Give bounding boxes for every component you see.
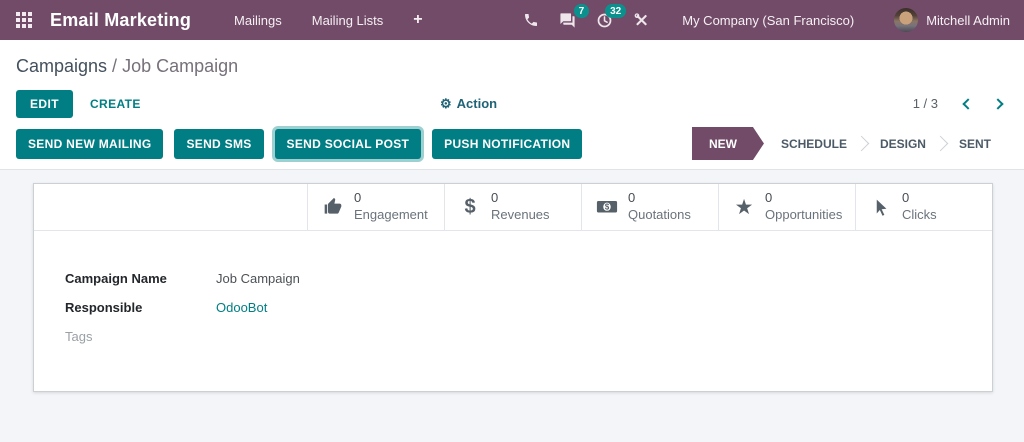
responsible-user-link[interactable]: OdooBot [216,301,267,315]
stat-value: 0 [902,190,910,206]
control-panel-actions-row: EDIT CREATE ⚙ Action 1 / 3 [16,89,1008,118]
stat-value: 0 [354,190,362,206]
thumbs-up-icon [321,197,345,217]
main-menu: Mailings Mailing Lists + [219,0,438,40]
pager-controls [962,97,1004,110]
field-campaign-name: Campaign Name Job Campaign [65,272,992,286]
stat-label: Engagement [354,207,428,222]
breadcrumb-separator: / [107,56,123,76]
status-step-design[interactable]: DESIGN [863,137,943,151]
stat-text: 0 Quotations [628,190,691,224]
stat-value: 0 [491,190,499,206]
menu-add-plus[interactable]: + [398,0,437,40]
stat-text: 0 Engagement [354,190,428,224]
systray: 7 32 My Company (San Francisco) Mitchell… [513,0,1010,40]
clock-activities-icon[interactable]: 32 [586,0,627,40]
user-menu[interactable]: Mitchell Admin [870,8,1010,32]
send-new-mailing-button[interactable]: SEND NEW MAILING [16,128,164,159]
stat-label: Clicks [902,207,937,222]
stat-row-spacer [34,184,307,230]
dollar-icon: $ [464,196,476,218]
send-buttons: SEND NEW MAILING SEND SMS SEND SOCIAL PO… [16,128,583,159]
status-step-sent[interactable]: SENT [942,137,1008,151]
push-notification-button[interactable]: PUSH NOTIFICATION [432,128,583,159]
stat-value: 0 [628,190,636,206]
pager-previous-button[interactable] [962,97,974,110]
stat-button-row: 0 Engagement $ 0 Revenues $ 0 Quotations… [34,184,992,231]
stat-value: 0 [765,190,773,206]
breadcrumb-campaigns[interactable]: Campaigns [16,56,107,76]
stat-label: Quotations [628,207,691,222]
create-button[interactable]: CREATE [90,97,141,111]
pager-value: 1 / 3 [912,96,938,111]
star-icon: ★ [734,195,754,219]
chat-bubbles-icon[interactable]: 7 [549,0,590,40]
mouse-cursor-icon [869,198,893,217]
money-bill-icon: $ [595,196,619,218]
stat-button-clicks[interactable]: 0 Clicks [855,184,992,230]
button-statusbar-row: SEND NEW MAILING SEND SMS SEND SOCIAL PO… [16,127,1008,169]
svg-text:$: $ [605,203,610,212]
phone-icon[interactable] [513,0,549,40]
action-dropdown[interactable]: ⚙ Action [440,96,497,111]
stat-button-revenues[interactable]: $ 0 Revenues [444,184,581,230]
form-sheet: 0 Engagement $ 0 Revenues $ 0 Quotations… [33,183,993,392]
action-label: Action [456,96,498,111]
avatar [894,8,919,32]
stat-text: 0 Clicks [902,190,937,224]
app-name[interactable]: Email Marketing [50,10,191,31]
field-label: Responsible [65,300,143,315]
edit-button[interactable]: EDIT [16,89,73,118]
statusbar: NEW SCHEDULE DESIGN SENT [692,127,1008,160]
apps-grid-icon[interactable] [0,0,48,40]
menu-mailings[interactable]: Mailings [219,0,297,40]
status-step-new[interactable]: NEW [692,127,764,160]
navbar-left: Email Marketing Mailings Mailing Lists + [0,0,438,40]
stat-button-quotations[interactable]: $ 0 Quotations [581,184,718,230]
pager-next-button[interactable] [992,97,1004,110]
status-step-schedule[interactable]: SCHEDULE [764,137,864,151]
field-responsible: Responsible OdooBot [65,301,992,315]
control-panel: Campaigns / Job Campaign EDIT CREATE ⚙ A… [0,40,1024,170]
apps-grid-glyph [16,12,32,28]
send-sms-button[interactable]: SEND SMS [174,128,264,159]
top-navbar: Email Marketing Mailings Mailing Lists +… [0,0,1024,40]
field-label: Campaign Name [65,271,167,286]
stat-button-engagement[interactable]: 0 Engagement [307,184,444,230]
user-name: Mitchell Admin [926,12,1010,28]
crossed-tools-icon[interactable] [623,0,660,40]
company-switcher[interactable]: My Company (San Francisco) [660,13,870,28]
campaign-name-value: Job Campaign [216,271,300,286]
stat-text: 0 Opportunities [765,190,842,224]
content-area: 0 Engagement $ 0 Revenues $ 0 Quotations… [0,170,1024,392]
field-tags: Tags [65,330,992,344]
menu-mailing-lists[interactable]: Mailing Lists [297,0,399,40]
stat-text: 0 Revenues [491,190,550,224]
send-social-post-button[interactable]: SEND SOCIAL POST [274,128,422,159]
pager: 1 / 3 [913,96,1008,111]
breadcrumb-current: Job Campaign [122,56,239,76]
breadcrumb: Campaigns / Job Campaign [16,54,1008,78]
stat-label: Revenues [491,207,550,222]
field-label: Tags [65,329,93,344]
gear-icon: ⚙ [440,96,452,111]
stat-button-opportunities[interactable]: ★ 0 Opportunities [718,184,855,230]
stat-label: Opportunities [765,207,843,222]
form-fields: Campaign Name Job Campaign Responsible O… [34,231,992,344]
